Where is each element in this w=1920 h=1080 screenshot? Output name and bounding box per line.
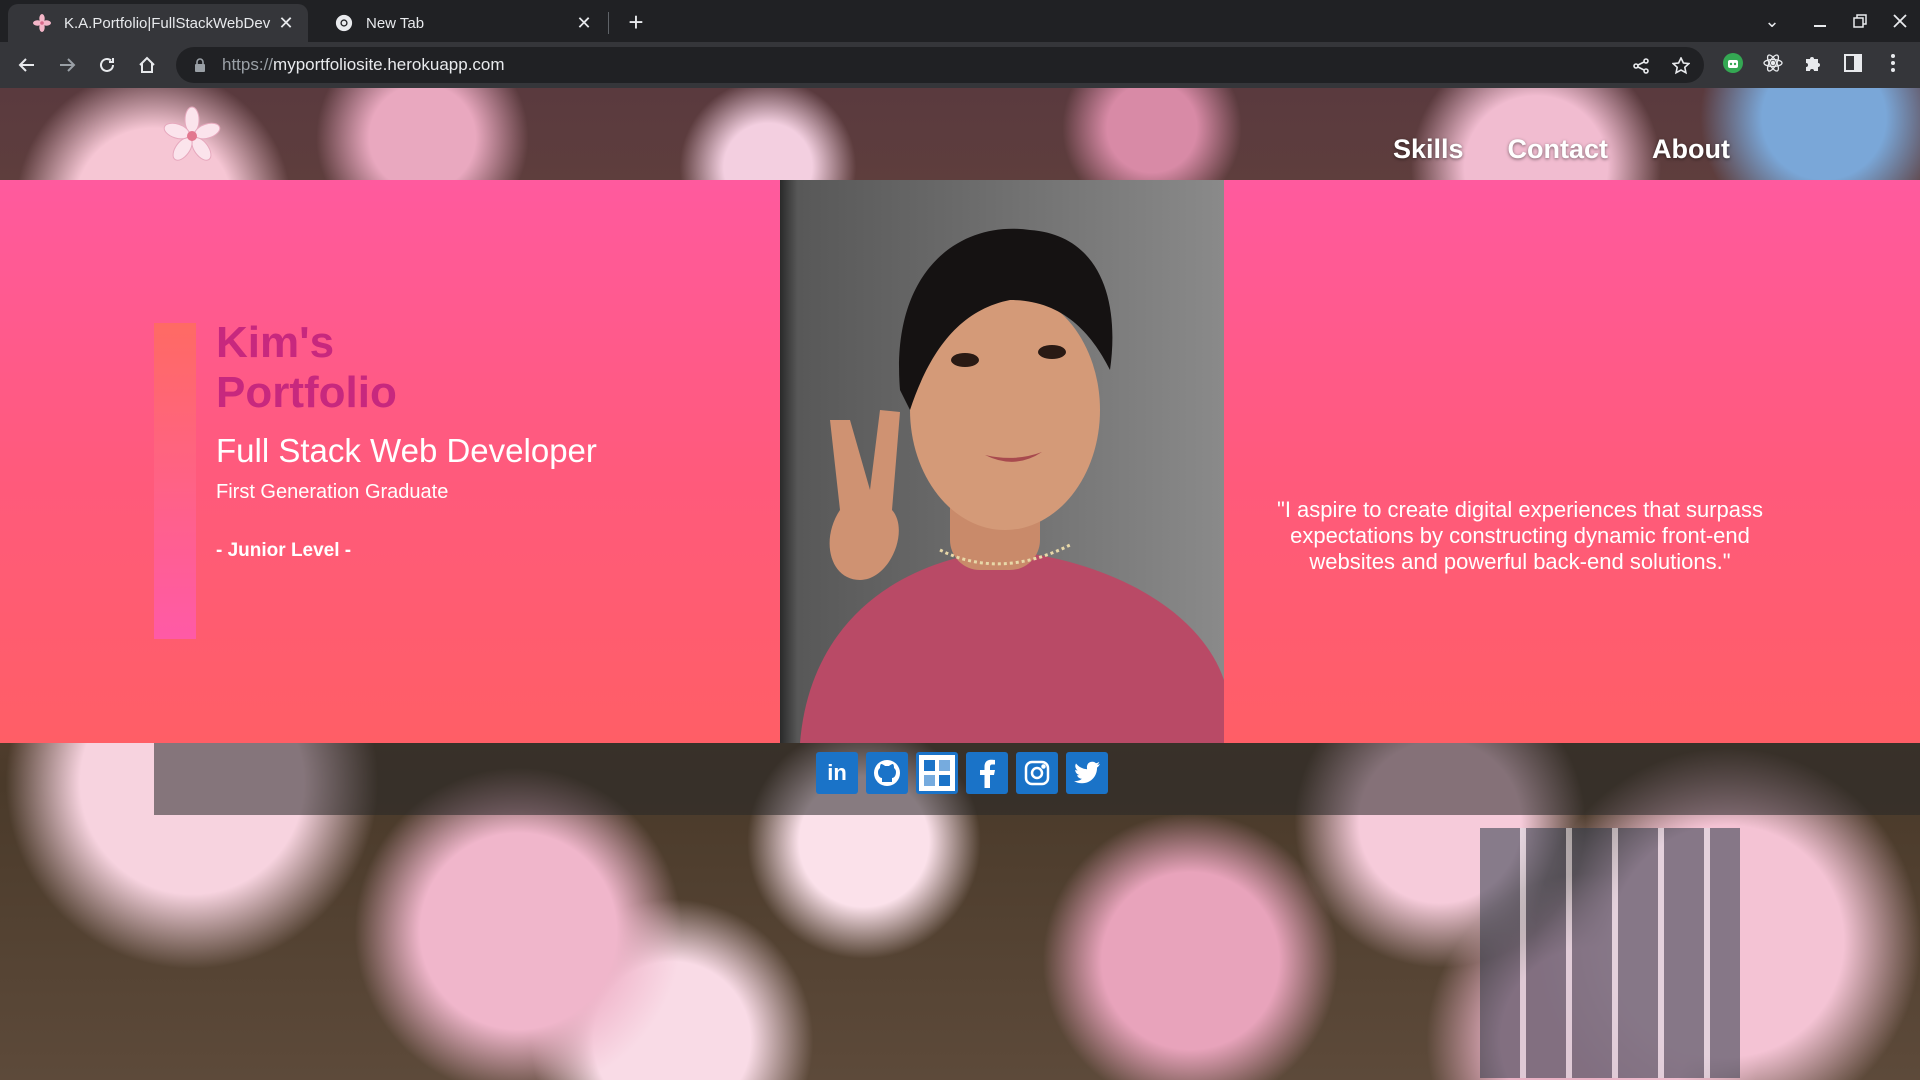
tagline: First Generation Graduate: [216, 481, 449, 503]
portfolio-title: Kim's Portfolio: [216, 318, 397, 417]
react-devtools-icon[interactable]: [1760, 50, 1786, 76]
bookmark-star-icon[interactable]: [1670, 55, 1692, 77]
tab-new-tab[interactable]: New Tab ✕: [310, 4, 606, 42]
profile-photo: [780, 180, 1224, 743]
browser-tab-bar: K.A.Portfolio|FullStackWebDev ✕ New Tab …: [0, 0, 1920, 42]
role-subtitle: Full Stack Web Developer: [216, 432, 597, 469]
restore-icon[interactable]: [1840, 6, 1880, 36]
extensions-puzzle-icon[interactable]: [1800, 50, 1826, 76]
experience-level: - Junior Level -: [216, 540, 352, 561]
lock-icon[interactable]: [192, 57, 208, 73]
instagram-icon[interactable]: [1016, 752, 1058, 794]
nav-skills[interactable]: Skills: [1393, 134, 1464, 165]
flower-favicon-icon: [32, 13, 52, 33]
tab-title: K.A.Portfolio|FullStackWebDev: [64, 14, 271, 32]
background-building: [1480, 828, 1740, 1078]
extension-robot-icon[interactable]: [1720, 50, 1746, 76]
address-bar[interactable]: https://myportfoliosite.herokuapp.com: [176, 47, 1704, 83]
twitter-icon[interactable]: [1066, 752, 1108, 794]
tab-portfolio[interactable]: K.A.Portfolio|FullStackWebDev ✕: [8, 4, 308, 42]
more-menu-icon[interactable]: [1880, 50, 1906, 76]
new-tab-plus-icon[interactable]: +: [622, 7, 650, 37]
share-icon[interactable]: [1630, 55, 1652, 77]
nav-contact[interactable]: Contact: [1508, 134, 1609, 165]
back-arrow-icon[interactable]: [12, 50, 42, 80]
url-text: https://myportfoliosite.herokuapp.com: [222, 55, 505, 74]
forward-arrow-icon[interactable]: [52, 50, 82, 80]
browser-toolbar: https://myportfoliosite.herokuapp.com: [0, 42, 1920, 88]
nav-about[interactable]: About: [1652, 134, 1730, 165]
chrome-icon: [334, 13, 354, 33]
codepen-icon[interactable]: [916, 752, 958, 794]
tab-search-chevron-icon[interactable]: ⌄: [1752, 6, 1792, 36]
close-window-icon[interactable]: [1880, 6, 1920, 36]
tab-title: New Tab: [366, 14, 425, 32]
reload-icon[interactable]: [92, 50, 122, 80]
tab-separator: [608, 12, 609, 34]
quote-text: "I aspire to create digital experiences …: [1277, 497, 1763, 574]
accent-bar: [154, 323, 196, 639]
main-nav: Skills Contact About: [1393, 134, 1730, 165]
social-links: in: [816, 752, 1108, 794]
github-icon[interactable]: [866, 752, 908, 794]
close-tab-icon[interactable]: ✕: [276, 13, 296, 33]
facebook-icon[interactable]: [966, 752, 1008, 794]
portfolio-page: Skills Contact About Kim's Portfolio Ful…: [0, 88, 1920, 1080]
flower-logo-icon[interactable]: [162, 106, 222, 166]
linkedin-icon[interactable]: in: [816, 752, 858, 794]
side-panel-icon[interactable]: [1840, 50, 1866, 76]
minimize-icon[interactable]: [1800, 6, 1840, 36]
home-icon[interactable]: [132, 50, 162, 80]
close-tab-icon[interactable]: ✕: [574, 13, 594, 33]
